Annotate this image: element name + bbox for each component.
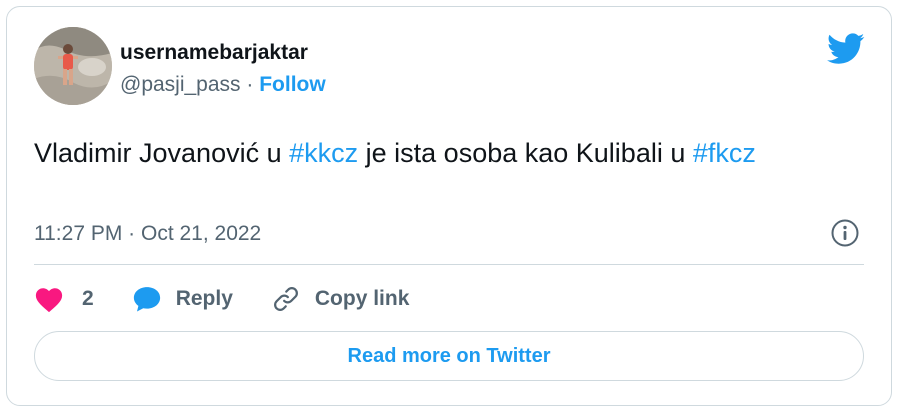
author-handle[interactable]: @pasji_pass <box>120 73 241 96</box>
copy-link-button[interactable]: Copy link <box>271 284 410 314</box>
like-count: 2 <box>82 287 94 310</box>
tweet-text-part: Vladimir Jovanović u <box>34 138 290 168</box>
like-button[interactable]: 2 <box>34 285 94 313</box>
avatar-photo <box>34 27 112 105</box>
follow-button[interactable]: Follow <box>259 73 326 96</box>
avatar[interactable] <box>34 27 112 105</box>
divider <box>34 264 864 265</box>
tweet-text: Vladimir Jovanović u #kkcz je ista osoba… <box>34 131 834 175</box>
meta-separator: · <box>246 73 254 96</box>
author-meta: @pasji_pass · Follow <box>120 73 326 97</box>
reply-label: Reply <box>175 287 233 310</box>
tweet-actions: 2 Reply Copy link <box>34 281 447 317</box>
hashtag-kkcz[interactable]: #kkcz <box>289 138 358 168</box>
speech-bubble-icon <box>133 287 160 312</box>
heart-icon <box>35 288 63 313</box>
tweet-timestamp[interactable]: 11:27 PM · Oct 21, 2022 <box>34 222 261 246</box>
link-icon <box>273 287 298 311</box>
copy-link-label: Copy link <box>314 287 410 310</box>
tweet-card: usernamebarjaktar @pasji_pass · Follow V… <box>6 6 892 406</box>
hashtag-fkcz[interactable]: #fkcz <box>693 138 756 168</box>
tweet-text-part: je ista osoba kao Kulibali u <box>358 138 693 168</box>
read-more-button[interactable]: Read more on Twitter <box>34 331 864 381</box>
info-icon[interactable] <box>830 218 860 248</box>
reply-button[interactable]: Reply <box>132 285 233 313</box>
author-name[interactable]: usernamebarjaktar <box>120 41 308 65</box>
twitter-bird-icon[interactable] <box>827 33 865 65</box>
